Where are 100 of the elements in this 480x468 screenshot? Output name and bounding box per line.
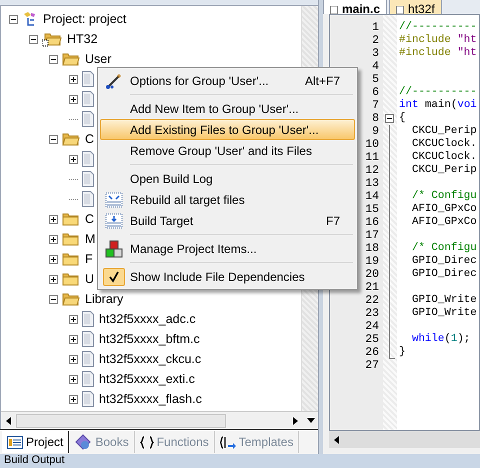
expand-toggle[interactable] [69, 314, 78, 324]
line-number: 5 [372, 73, 379, 86]
folder-icon [62, 232, 80, 246]
file-icon [82, 311, 94, 327]
line-number: 12 [365, 164, 379, 177]
project-icon [22, 11, 38, 27]
line-number: 24 [365, 320, 379, 333]
menu-item[interactable]: Rebuild all target files [100, 189, 355, 210]
dropdown-icon[interactable] [306, 418, 314, 423]
editor-tab[interactable]: main.c [323, 0, 388, 14]
line-number: 17 [365, 229, 379, 242]
tree-item[interactable]: Project: project [43, 12, 126, 26]
tree-item[interactable]: ht32f5xxxx_adc.c [99, 312, 196, 326]
expand-toggle[interactable] [69, 74, 78, 84]
scroll-left-icon[interactable] [6, 416, 11, 424]
build-icon [105, 212, 123, 228]
line-number: 4 [372, 60, 379, 73]
expand-toggle[interactable] [69, 334, 78, 344]
line-number: 10 [365, 138, 379, 151]
file-icon [82, 171, 94, 187]
code-line: CKCU_Perip [410, 125, 477, 137]
tree-item[interactable]: ht32f5xxxx_ckcu.c [99, 352, 202, 366]
file-icon [82, 151, 94, 167]
code-line: GPIO_Direc [410, 255, 477, 267]
code-line: GPIO_Write [410, 294, 477, 306]
tree-item[interactable]: HT32 [67, 32, 98, 46]
line-number: 27 [365, 359, 379, 372]
collapse-toggle[interactable] [49, 294, 58, 304]
code-line: #include "ht [399, 47, 477, 59]
tree-item[interactable]: F [85, 252, 93, 266]
braces-icon [140, 436, 154, 448]
line-number: 16 [365, 216, 379, 229]
expand-toggle[interactable] [69, 354, 78, 364]
file-icon [82, 91, 94, 107]
expand-toggle[interactable] [69, 394, 78, 404]
line-number: 19 [365, 255, 379, 268]
books-icon [74, 434, 92, 450]
tree-item[interactable]: ht32f5xxxx_exti.c [99, 372, 195, 386]
expand-toggle[interactable] [49, 214, 58, 224]
code-line: /* Configu [410, 190, 477, 202]
target-folder-icon [42, 31, 62, 47]
menu-item[interactable]: Build Target F7 [100, 210, 355, 231]
folder-icon [62, 272, 80, 286]
tree-item[interactable]: ht32f5xxxx_bftm.c [99, 332, 200, 346]
code-line: } [399, 346, 406, 358]
code-line: GPIO_Write [410, 307, 477, 319]
menu-item[interactable]: Open Build Log [100, 168, 355, 189]
panel-tab[interactable]: Project [2, 431, 70, 453]
project-tab-icon [7, 436, 23, 448]
expand-toggle[interactable] [49, 254, 58, 264]
menu-item[interactable]: Remove Group 'User' and its Files [100, 140, 355, 161]
menu-item[interactable]: Add Existing Files to Group 'User'... [100, 119, 355, 140]
scroll-right-icon[interactable] [293, 416, 298, 424]
line-number: 8 [372, 112, 379, 125]
tree-item[interactable]: ht32f5xxxx_flash.c [99, 392, 202, 406]
expand-toggle[interactable] [69, 374, 78, 384]
tree-item[interactable]: User [85, 52, 112, 66]
code-line: GPIO_Direc [410, 268, 477, 280]
file-icon [82, 351, 94, 367]
menu-item[interactable]: Manage Project Items... [100, 238, 355, 259]
file-icon [82, 331, 94, 347]
expand-toggle[interactable] [69, 94, 78, 104]
tree-item[interactable]: M [85, 232, 96, 246]
folder-icon [62, 132, 80, 146]
menu-item[interactable]: Add New Item to Group 'User'... [100, 98, 355, 119]
rebuild-icon [105, 192, 123, 208]
fold-toggle-icon[interactable] [385, 114, 394, 123]
line-number: 3 [372, 47, 379, 60]
expand-toggle[interactable] [49, 274, 58, 284]
blocks-icon [105, 240, 123, 258]
menu-item[interactable]: Options for Group 'User'... Alt+F7 [100, 70, 355, 91]
line-number: 11 [365, 151, 379, 164]
line-number: 9 [372, 125, 379, 138]
line-number: 6 [372, 86, 379, 99]
editor-tab[interactable]: ht32f [389, 0, 442, 14]
horizontal-scrollbar[interactable] [1, 411, 318, 429]
collapse-toggle[interactable] [9, 14, 18, 24]
file-icon [82, 71, 94, 87]
code-line: CKCU_Perip [410, 164, 477, 176]
code-line: while(1); [410, 333, 470, 345]
folder-icon [62, 52, 80, 66]
tree-item[interactable]: Library [85, 292, 124, 306]
horizontal-scrollbar[interactable] [329, 431, 480, 448]
collapse-toggle[interactable] [49, 134, 58, 144]
code-line: AFIO_GPxCo [410, 203, 477, 215]
line-number: 26 [365, 346, 379, 359]
scroll-left-icon[interactable] [334, 436, 339, 444]
menu-item[interactable]: Show Include File Dependencies [100, 266, 355, 287]
tree-item[interactable]: C [85, 132, 94, 146]
expand-toggle[interactable] [69, 154, 78, 164]
tree-item[interactable]: U [85, 272, 94, 286]
line-number: 7 [372, 99, 379, 112]
collapse-toggle[interactable] [29, 34, 38, 44]
folder-icon [62, 292, 80, 306]
tree-item[interactable]: C [85, 212, 94, 226]
expand-toggle[interactable] [49, 234, 58, 244]
line-number: 20 [365, 268, 379, 281]
code-line: //---------- [399, 21, 477, 33]
line-number: 15 [365, 203, 379, 216]
collapse-toggle[interactable] [49, 54, 58, 64]
